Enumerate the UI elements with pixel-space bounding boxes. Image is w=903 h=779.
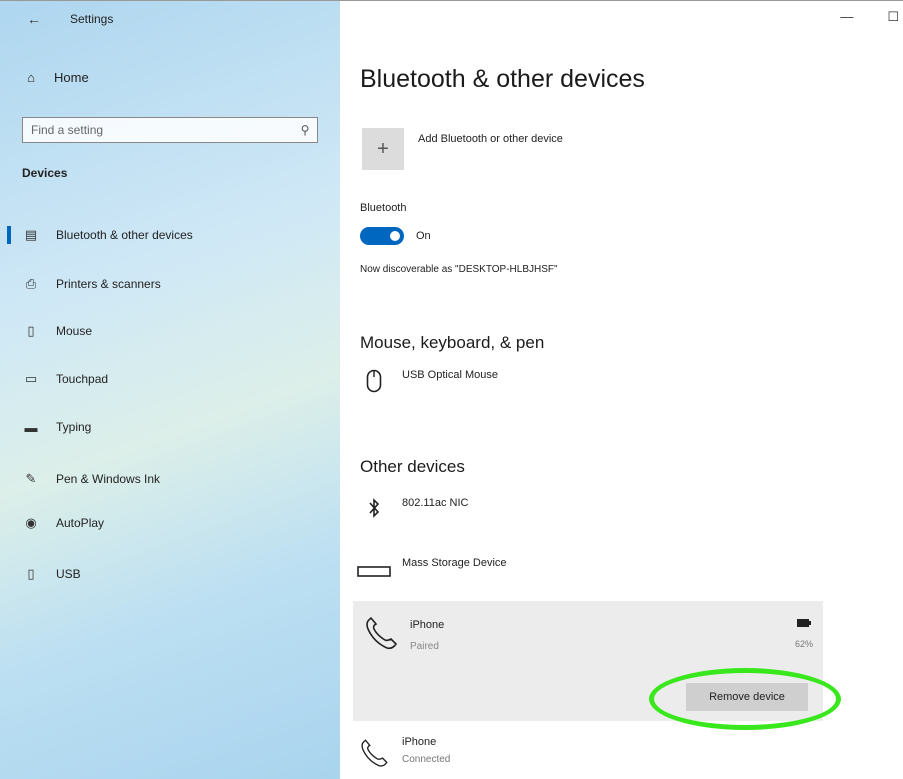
device-text: USB Optical Mouse (402, 369, 498, 381)
printer-icon: ⎙ (25, 276, 37, 291)
sidebar-item-bluetooth[interactable]: ▤ Bluetooth & other devices (0, 219, 340, 251)
sidebar-item-mouse[interactable]: ▯ Mouse (0, 315, 340, 347)
device-status: Connected (402, 754, 451, 765)
page-title: Bluetooth & other devices (360, 65, 645, 93)
device-name: iPhone (402, 736, 437, 748)
nav-home-label: Home (54, 69, 89, 85)
remove-device-button[interactable]: Remove device (686, 683, 808, 711)
device-iphone-selected[interactable]: iPhone Paired 62% Remove device (353, 601, 823, 721)
keyboard-icon: ▬ (24, 419, 38, 435)
sidebar-item-pen[interactable]: ✎ Pen & Windows Ink (0, 463, 340, 495)
sidebar: ← Settings ⌂ Home ⚲ Devices ▤ Bluetooth … (0, 1, 340, 779)
minimize-icon[interactable]: — (840, 9, 853, 25)
phone-icon (354, 736, 394, 776)
add-device-label: Add Bluetooth or other device (418, 133, 563, 145)
section-heading-other-devices: Other devices (360, 457, 465, 476)
device-nic[interactable]: 802.11ac NIC (354, 497, 822, 525)
sidebar-item-label: USB (56, 567, 81, 581)
sidebar-item-autoplay[interactable]: ◉ AutoPlay (0, 507, 340, 539)
bluetooth-toggle-row: On (360, 227, 431, 245)
sidebar-item-label: Mouse (56, 324, 93, 338)
drive-icon (354, 557, 394, 585)
back-arrow-icon[interactable]: ← (27, 11, 41, 27)
device-name: Mass Storage Device (402, 557, 507, 569)
discoverable-text: Now discoverable as "DESKTOP-HLBJHSF" (360, 264, 558, 275)
maximize-icon[interactable]: ☐ (887, 9, 899, 25)
sidebar-item-label: Touchpad (56, 372, 109, 386)
device-iphone[interactable]: iPhone Connected (354, 736, 822, 776)
device-name: USB Optical Mouse (402, 369, 498, 381)
device-text: iPhone Connected (402, 736, 450, 765)
sidebar-item-label: Pen & Windows Ink (56, 472, 161, 486)
sidebar-item-usb[interactable]: ▯ USB (0, 558, 340, 590)
mouse-icon (354, 369, 394, 399)
sidebar-item-touchpad[interactable]: ▭ Touchpad (0, 363, 340, 395)
usb-icon: ▯ (27, 566, 35, 581)
toggle-state-label: On (416, 230, 431, 242)
device-text: Mass Storage Device (402, 557, 507, 569)
search-box[interactable]: ⚲ (22, 117, 318, 143)
search-input[interactable] (23, 119, 293, 141)
home-icon: ⌂ (27, 69, 35, 85)
bluetooth-toggle[interactable] (360, 227, 404, 245)
device-name: 802.11ac NIC (402, 497, 469, 509)
device-name: iPhone (410, 619, 445, 631)
sidebar-item-typing[interactable]: ▬ Typing (0, 411, 340, 443)
device-usb-mouse[interactable]: USB Optical Mouse (354, 369, 822, 399)
window-controls: — ☐ (840, 9, 903, 25)
touchpad-icon: ▭ (24, 371, 38, 386)
settings-window: ← Settings ⌂ Home ⚲ Devices ▤ Bluetooth … (0, 0, 903, 779)
nav-home[interactable]: ⌂ Home (22, 67, 89, 87)
autoplay-icon: ◉ (25, 515, 37, 530)
section-heading-mouse-keyboard-pen: Mouse, keyboard, & pen (360, 333, 545, 352)
search-icon[interactable]: ⚲ (293, 123, 317, 137)
sidebar-item-printers[interactable]: ⎙ Printers & scanners (0, 268, 340, 300)
battery-percentage: 62% (794, 639, 813, 649)
sidebar-item-label: Typing (56, 420, 92, 434)
bluetooth-icon (354, 497, 394, 525)
phone-icon (366, 616, 398, 650)
app-title: Settings (70, 12, 114, 26)
bluetooth-devices-icon: ▤ (24, 227, 38, 242)
plus-icon: + (362, 128, 404, 170)
add-device-button[interactable]: + Add Bluetooth or other device (362, 128, 563, 170)
sidebar-item-label: AutoPlay (56, 516, 105, 530)
bluetooth-label: Bluetooth (360, 202, 407, 214)
title-bar: ← Settings (0, 1, 340, 41)
device-text: 802.11ac NIC (402, 497, 468, 509)
section-label-devices: Devices (22, 166, 68, 180)
device-mass-storage[interactable]: Mass Storage Device (354, 557, 822, 585)
sidebar-item-label: Bluetooth & other devices (56, 228, 193, 242)
pen-icon: ✎ (25, 471, 37, 486)
mouse-icon: ▯ (27, 323, 35, 338)
sidebar-item-label: Printers & scanners (56, 277, 161, 291)
battery-icon (797, 619, 811, 627)
main-content: — ☐ Bluetooth & other devices + Add Blue… (340, 1, 903, 779)
device-status: Paired (410, 641, 439, 652)
